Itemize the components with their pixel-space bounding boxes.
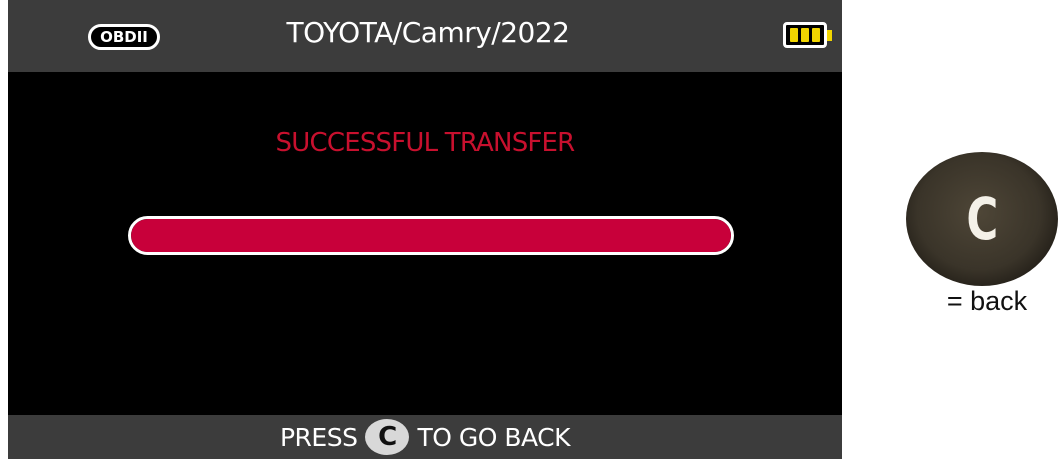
vehicle-title: TOYOTA/Camry/2022 <box>286 16 571 49</box>
battery-full-icon <box>783 22 827 48</box>
device-screen: OBDII TOYOTA/Camry/2022 SUCCESSFUL TRANS… <box>8 0 842 459</box>
battery-tip <box>827 30 832 41</box>
battery-cell <box>790 28 798 42</box>
transfer-progress-bar <box>128 216 734 255</box>
instruction-suffix: TO GO BACK <box>417 422 571 452</box>
footer-instruction: PRESS C TO GO BACK <box>8 415 842 459</box>
status-bar: OBDII TOYOTA/Camry/2022 <box>8 0 842 72</box>
back-label: = back <box>946 286 1028 316</box>
c-key-icon: C <box>365 419 410 455</box>
c-button-label: C <box>966 185 998 253</box>
c-back-button[interactable]: C <box>906 152 1058 286</box>
battery-cell <box>812 28 820 42</box>
progress-fill <box>131 219 731 252</box>
status-message: SUCCESSFUL TRANSFER <box>275 128 576 158</box>
battery-cell <box>801 28 809 42</box>
obd-connection-badge: OBDII <box>88 24 160 50</box>
instruction-prefix: PRESS <box>279 422 358 452</box>
